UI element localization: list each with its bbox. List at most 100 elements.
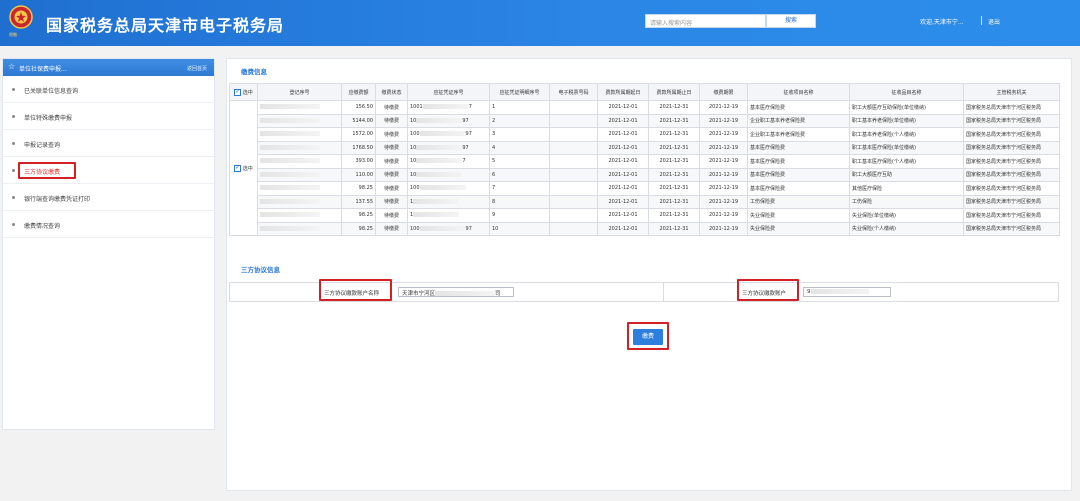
account-name-field[interactable]: 天津市宁河区 司 <box>398 287 514 297</box>
status-cell: 待缴费 <box>375 154 408 169</box>
bullet-icon <box>12 196 15 199</box>
item-name-cell: 失业保险费 <box>747 208 850 223</box>
row-select-label: 选中 <box>242 165 253 172</box>
voucher-cell: 100 97 <box>407 221 490 236</box>
e-ticket-cell <box>549 100 598 115</box>
bullet-icon <box>12 88 15 91</box>
back-home-link[interactable]: 返回首页 <box>187 65 207 72</box>
period-start-cell: 2021-12-01 <box>597 113 649 128</box>
deadline-cell: 2021-12-19 <box>699 113 748 128</box>
status-cell: 待缴费 <box>375 100 408 115</box>
column-header: 应征凭证序号 <box>407 83 490 101</box>
sidebar-item-tripartite-payment[interactable]: 三方协议缴费 <box>3 157 214 184</box>
voucher-cell: 10 97 <box>407 140 490 155</box>
sidebar-item-linked-unit-query[interactable]: 已关联单位信息查询 <box>3 76 214 103</box>
period-end-cell: 2021-12-31 <box>648 208 700 223</box>
period-start-cell: 2021-12-01 <box>597 181 649 196</box>
e-ticket-cell <box>549 113 598 128</box>
header-divider <box>981 16 982 25</box>
voucher-suffix: 97 <box>462 117 469 124</box>
account-no-field[interactable]: 9 <box>803 287 891 297</box>
column-header: 费款所属期起日 <box>597 83 649 101</box>
table-row[interactable]: 选中156.50待缴费1001712021-12-012021-12-31202… <box>229 100 1060 236</box>
period-end-cell: 2021-12-31 <box>648 140 700 155</box>
table-header-row: 选中 登记序号 应缴费额 缴费状态 应征凭证序号 应征凭证明细序号 电子税票号码… <box>229 83 1060 101</box>
e-ticket-cell <box>549 127 598 142</box>
sidebar-item-payment-status[interactable]: 缴费情况查询 <box>3 211 214 238</box>
item-name-cell: 企业职工基本养老保险费 <box>747 113 850 128</box>
item-name-cell: 基本医疗保险费 <box>747 100 850 115</box>
table-row[interactable]: 1768.50 待缴费 10 97 4 2021-12-01 2021-12-31 2021-… <box>230 140 1060 155</box>
sidebar-item-special-declaration[interactable]: 单位特殊缴费申报 <box>3 103 214 130</box>
sidebar-item-bank-receipt-print[interactable]: 银行端查询缴费凭证打印 <box>3 184 214 211</box>
table-row[interactable]: 98.25 待缴费 100 97 10 2021-12-01 2021-12-31 2021-… <box>230 221 1060 236</box>
voucher-cell: 1 <box>407 208 490 223</box>
table-row[interactable]: 393.00 待缴费 10 7 5 2021-12-01 2021-12-31 2021-12… <box>230 154 1060 169</box>
period-end-cell: 2021-12-31 <box>648 181 700 196</box>
period-start-cell: 2021-12-01 <box>597 208 649 223</box>
e-ticket-cell <box>549 194 598 209</box>
table-row[interactable]: 1572.00 待缴费 100 97 3 2021-12-01 2021-12-31 2021… <box>230 127 1060 142</box>
highlight-box <box>18 162 76 179</box>
deadline-cell: 2021-12-19 <box>699 208 748 223</box>
table-row[interactable]: 137.55 待缴费 1 8 2021-12-01 2021-12-31 2021-12-1… <box>230 194 1060 209</box>
amount-cell: 98.25 <box>341 181 376 196</box>
search-input[interactable]: 请输入搜索内容 <box>645 14 766 28</box>
item-name-cell: 失业保险费 <box>747 221 850 236</box>
reg-no-cell <box>257 208 342 223</box>
voucher-prefix: 100 <box>410 185 420 192</box>
emblem-caption: 税徽 <box>9 32 17 37</box>
period-end-cell: 2021-12-31 <box>648 127 700 142</box>
redacted-block <box>260 198 320 204</box>
sidebar-item-declaration-records[interactable]: 申报记录查询 <box>3 130 214 157</box>
status-cell: 待缴费 <box>375 167 408 182</box>
row-select-cell[interactable]: 选中 <box>229 100 258 236</box>
item-name-cell: 基本医疗保险费 <box>747 140 850 155</box>
status-cell: 待缴费 <box>375 127 408 142</box>
redacted-block <box>435 291 496 296</box>
voucher-suffix: 7 <box>468 104 472 111</box>
checkbox-icon[interactable] <box>234 164 242 172</box>
select-all-cell[interactable]: 选中 <box>229 83 258 101</box>
e-ticket-cell <box>549 140 598 155</box>
logout-link[interactable]: 退出 <box>988 17 1000 26</box>
highlight-box <box>319 279 392 301</box>
tax-office-cell: 国家税务总局天津市宁河区税务局 <box>963 127 1060 142</box>
reg-no-cell <box>257 154 342 169</box>
column-header: 主管税务机关 <box>963 83 1060 101</box>
table-row[interactable]: 5144.00 待缴费 10 97 2 2021-12-01 2021-12-31 2021-… <box>230 113 1060 128</box>
table-row[interactable]: 110.00 待缴费 10 6 2021-12-01 2021-12-31 2021-12-… <box>230 167 1060 182</box>
reg-no-cell <box>257 113 342 128</box>
item-name-cell: 基本医疗保险费 <box>747 181 850 196</box>
sub-item-cell: 职工基本医疗保险(个人缴纳) <box>849 154 964 169</box>
tax-office-cell: 国家税务总局天津市宁河区税务局 <box>963 113 1060 128</box>
tax-office-cell: 国家税务总局天津市宁河区税务局 <box>963 154 1060 169</box>
detail-no-cell: 4 <box>489 140 550 155</box>
item-name-cell: 基本医疗保险费 <box>747 167 850 182</box>
sidebar-title: 单位社保费申报... <box>19 66 67 73</box>
period-end-cell: 2021-12-31 <box>648 167 700 182</box>
tax-office-cell: 国家税务总局天津市宁河区税务局 <box>963 167 1060 182</box>
amount-cell: 137.55 <box>341 194 376 209</box>
table-row[interactable]: 98.25 待缴费 1 9 2021-12-01 2021-12-31 2021-12-19… <box>230 208 1060 223</box>
checkbox-icon[interactable] <box>234 88 242 96</box>
redacted-block <box>416 144 463 150</box>
bullet-icon <box>12 169 15 172</box>
welcome-user-text[interactable]: 欢迎,天津市宁... <box>920 17 964 26</box>
deadline-cell: 2021-12-19 <box>699 181 748 196</box>
table-row[interactable]: 98.25 待缴费 100 7 2021-12-01 2021-12-31 2021-12-… <box>230 181 1060 196</box>
status-cell: 待缴费 <box>375 221 408 236</box>
search-button[interactable]: 搜索 <box>766 14 816 28</box>
tax-emblem-icon <box>9 5 33 29</box>
status-cell: 待缴费 <box>375 113 408 128</box>
reg-no-cell <box>257 181 342 196</box>
sidebar-item-label: 已关联单位信息查询 <box>24 88 79 95</box>
period-end-cell: 2021-12-31 <box>648 194 700 209</box>
deadline-cell: 2021-12-19 <box>699 194 748 209</box>
detail-no-cell: 1 <box>489 100 550 115</box>
bullet-icon <box>12 142 15 145</box>
redacted-block <box>260 212 320 218</box>
voucher-cell: 10 97 <box>407 113 490 128</box>
redacted-block <box>413 198 460 204</box>
detail-no-cell: 3 <box>489 127 550 142</box>
